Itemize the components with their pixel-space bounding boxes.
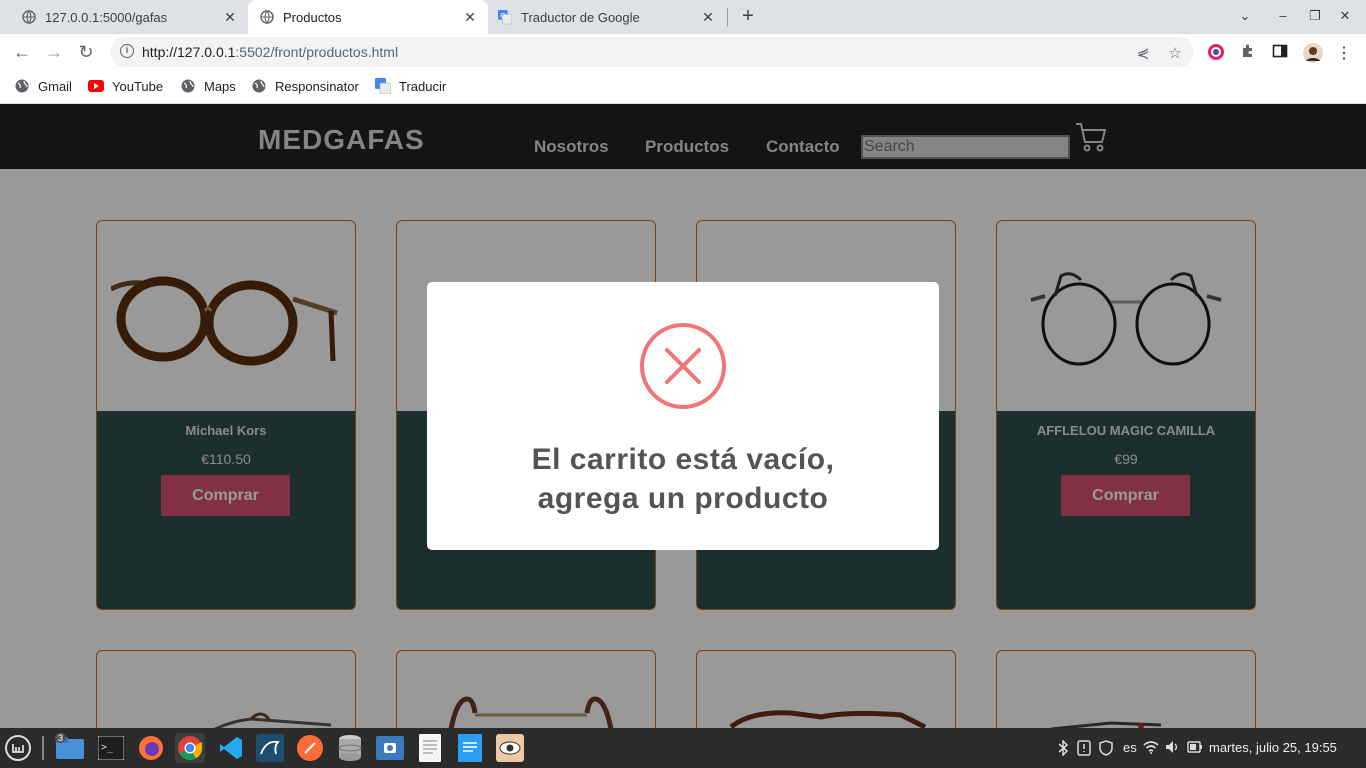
tab-title: Productos — [283, 9, 342, 25]
close-tab-icon[interactable]: ✕ — [462, 9, 478, 25]
close-tab-icon[interactable]: ✕ — [700, 9, 716, 25]
share-icon[interactable]: ⋞ — [1134, 44, 1152, 62]
reload-icon[interactable]: ↻ — [75, 41, 97, 63]
text-editor-icon[interactable] — [415, 733, 445, 763]
os-taskbar: 3 >_ es martes, julio 25, 19:55 — [0, 728, 1366, 768]
tab-title: Traductor de Google — [521, 9, 640, 25]
google-translate-icon: G — [498, 10, 512, 25]
bookmark-label: Responsinator — [275, 78, 359, 94]
bookmark-responsinator[interactable]: Responsinator — [251, 78, 359, 94]
bookmark-label: Gmail — [38, 78, 72, 94]
globe-icon — [251, 78, 267, 94]
bookmark-gmail[interactable]: Gmail — [14, 78, 72, 94]
svg-text:G: G — [500, 12, 505, 20]
back-arrow-icon[interactable]: ← — [11, 41, 33, 63]
terminal-icon[interactable]: >_ — [96, 733, 126, 763]
bookmark-label: Maps — [204, 78, 236, 94]
window-count-badge: 3 — [55, 733, 67, 743]
profile-avatar[interactable] — [1303, 43, 1323, 63]
tab-strip: 127.0.0.1:5000/gafas ✕ Productos ✕ G Tra… — [0, 0, 1366, 34]
close-tab-icon[interactable]: ✕ — [222, 9, 238, 25]
site-info-icon[interactable]: i — [120, 44, 134, 58]
update-manager-icon[interactable] — [1077, 740, 1091, 759]
close-window-icon[interactable]: ✕ — [1336, 8, 1354, 24]
globe-icon — [14, 78, 30, 94]
minimize-icon[interactable]: – — [1274, 8, 1292, 23]
error-x-icon — [639, 322, 727, 410]
eye-of-gnome-icon[interactable] — [495, 733, 525, 763]
bookmarks-bar: Gmail YouTube Maps Responsinator Traduci… — [0, 70, 1366, 104]
url-text[interactable]: http://127.0.0.1:5502/front/productos.ht… — [142, 44, 398, 60]
tab-traductor[interactable]: G Traductor de Google ✕ — [488, 0, 726, 34]
color-extension-icon[interactable] — [1207, 43, 1225, 61]
page-viewport: MEDGAFAS Nosotros Productos Contacto Mic… — [0, 104, 1366, 728]
shield-icon[interactable] — [1098, 740, 1114, 759]
bookmark-star-icon[interactable]: ☆ — [1166, 44, 1184, 62]
vscode-icon[interactable] — [216, 733, 246, 763]
volume-icon[interactable] — [1165, 740, 1181, 757]
globe-icon — [180, 78, 196, 94]
document-viewer-icon[interactable] — [455, 733, 485, 763]
tab-separator — [727, 8, 728, 26]
taskbar-separator — [42, 736, 44, 760]
browser-toolbar: ← → ↻ i http://127.0.0.1:5502/front/prod… — [0, 34, 1366, 70]
mint-menu-icon[interactable] — [3, 733, 33, 763]
address-bar[interactable]: i http://127.0.0.1:5502/front/productos.… — [110, 37, 1194, 67]
tab-search-icon[interactable]: ⌄ — [1236, 8, 1254, 24]
firefox-icon[interactable] — [136, 733, 166, 763]
battery-icon[interactable] — [1187, 740, 1203, 757]
side-panel-icon[interactable] — [1271, 43, 1289, 61]
menu-kebab-icon[interactable]: ⋮ — [1335, 43, 1353, 62]
tab-title: 127.0.0.1:5000/gafas — [45, 9, 168, 25]
alert-message-line: agrega un producto — [537, 482, 829, 515]
tab-gafas[interactable]: 127.0.0.1:5000/gafas ✕ — [0, 0, 248, 34]
database-icon[interactable] — [335, 733, 365, 763]
google-translate-icon — [375, 78, 391, 94]
youtube-icon — [88, 78, 104, 94]
keyboard-layout[interactable]: es — [1123, 740, 1137, 755]
alert-message-line: El carrito está vacío, — [531, 443, 835, 476]
mysql-workbench-icon[interactable] — [255, 733, 285, 763]
new-tab-button[interactable]: + — [736, 5, 760, 29]
bookmark-traducir[interactable]: Traducir — [375, 78, 446, 94]
postman-icon[interactable] — [295, 733, 325, 763]
restore-icon[interactable]: ❐ — [1306, 8, 1324, 24]
bookmark-label: YouTube — [112, 78, 164, 94]
alert-message: El carrito está vacío, agrega un product… — [427, 440, 939, 518]
svg-text:>_: >_ — [101, 742, 114, 753]
bookmark-label: Traducir — [399, 78, 447, 94]
empty-cart-alert: El carrito está vacío, agrega un product… — [427, 282, 939, 550]
chrome-icon[interactable] — [175, 733, 205, 763]
bookmark-maps[interactable]: Maps — [180, 78, 236, 94]
tab-productos[interactable]: Productos ✕ — [248, 0, 488, 34]
screenshot-icon[interactable] — [375, 733, 405, 763]
extensions-puzzle-icon[interactable] — [1239, 43, 1257, 61]
files-folder-icon[interactable]: 3 — [55, 733, 85, 763]
globe-icon — [22, 10, 36, 24]
globe-icon — [260, 10, 274, 24]
wifi-icon[interactable] — [1143, 740, 1159, 757]
clock[interactable]: martes, julio 25, 19:55 — [1209, 740, 1337, 755]
forward-arrow-icon[interactable]: → — [43, 41, 65, 63]
bookmark-youtube[interactable]: YouTube — [88, 78, 163, 94]
bluetooth-icon[interactable] — [1057, 739, 1069, 759]
